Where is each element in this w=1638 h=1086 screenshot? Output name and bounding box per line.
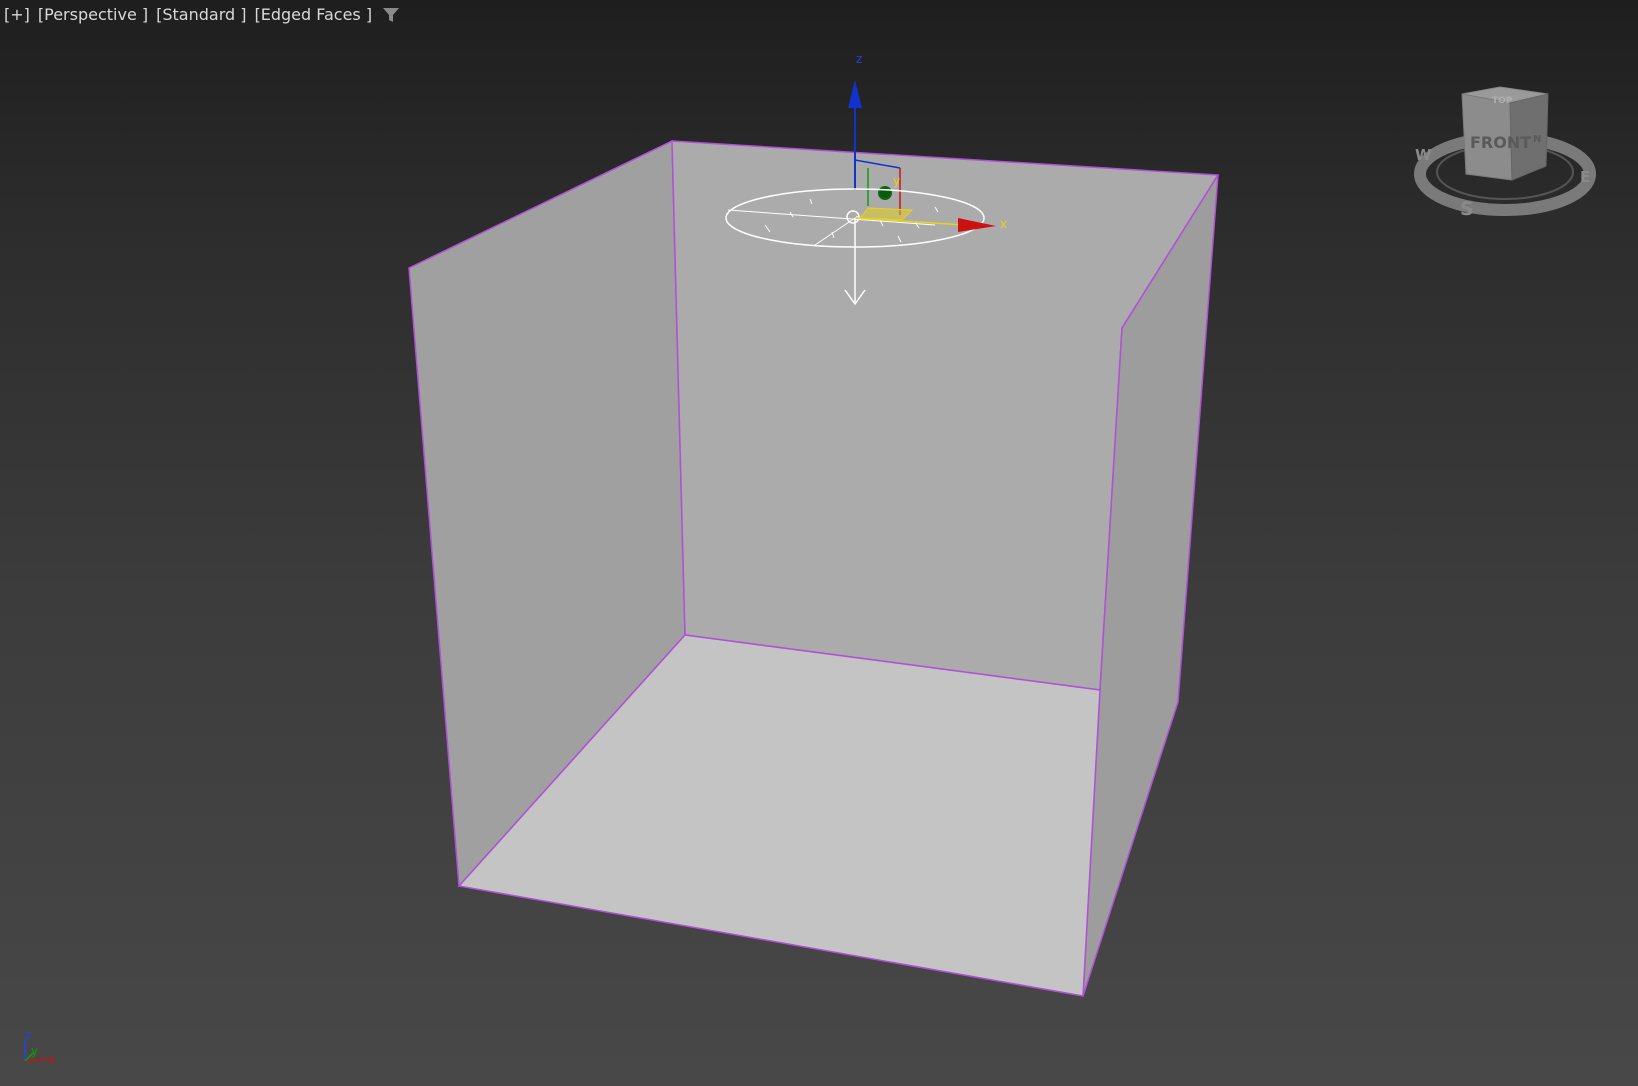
viewcube-east-label[interactable]: E [1580, 168, 1590, 186]
viewcube-front-label: FRONT [1470, 133, 1531, 152]
tripod-x-axis [24, 1058, 49, 1062]
gizmo-z-label: z [856, 52, 862, 66]
tripod-x-label: x [48, 1052, 55, 1066]
funnel-filter-icon[interactable] [382, 6, 400, 24]
viewcube-west-label[interactable]: W [1415, 146, 1432, 164]
scene-canvas[interactable]: z y x TOP FRONT N W S E z y x [0, 0, 1638, 1086]
tripod-y-label: y [31, 1044, 38, 1058]
viewport-point-of-view-menu[interactable]: [Perspective ] [38, 5, 148, 24]
viewcube-south-label[interactable]: S [1460, 198, 1474, 220]
gizmo-x-label: x [1000, 217, 1007, 231]
gizmo-y-label: y [893, 174, 900, 188]
perspective-viewport[interactable]: [+] [Perspective ] [Standard ] [Edged Fa… [0, 0, 1638, 1086]
world-axis-tripod: z y x [24, 1028, 55, 1066]
viewport-plus-menu[interactable]: [+] [4, 5, 30, 24]
viewcube-north-label: N [1533, 134, 1541, 145]
viewport-shading-menu[interactable]: [Standard ] [156, 5, 246, 24]
gizmo-z-arrowhead[interactable] [848, 80, 862, 108]
tripod-z-label: z [25, 1028, 31, 1042]
viewcube[interactable]: TOP FRONT N W S E [1414, 86, 1596, 220]
box-object[interactable] [408, 139, 1220, 997]
viewport-display-mode-menu[interactable]: [Edged Faces ] [254, 5, 372, 24]
viewcube-top-label: TOP [1492, 96, 1513, 106]
viewport-label-menu: [+] [Perspective ] [Standard ] [Edged Fa… [4, 5, 400, 24]
